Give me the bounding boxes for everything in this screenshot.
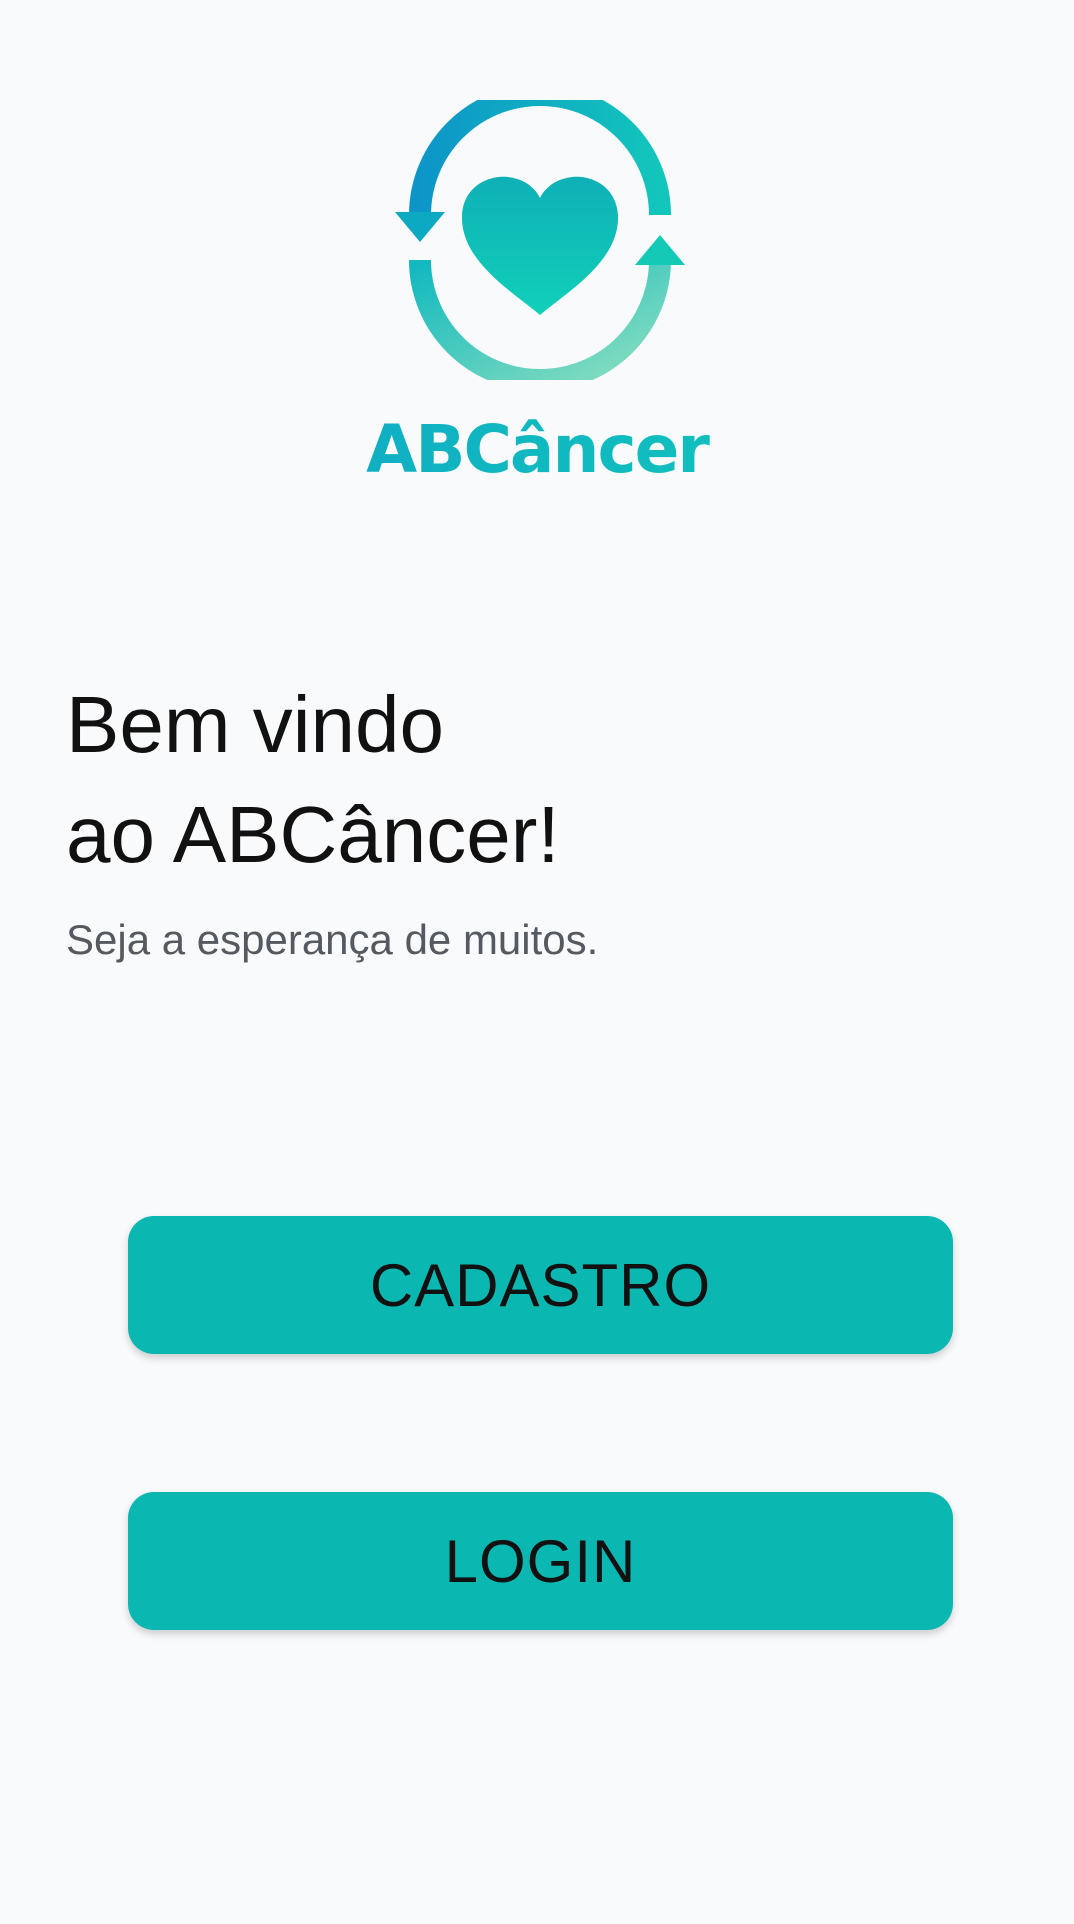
- brand-name: ABCâncer: [0, 405, 1074, 495]
- signup-button[interactable]: CADASTRO: [128, 1216, 953, 1354]
- app-logo: ABCâncer: [0, 0, 1074, 500]
- welcome-heading: Bem vindo ao ABCâncer!: [66, 670, 966, 890]
- login-button[interactable]: LOGIN: [128, 1492, 953, 1630]
- welcome-heading-line1: Bem vindo: [66, 680, 444, 769]
- heart-cycle-icon: [395, 100, 685, 380]
- tagline: Seja a esperança de muitos.: [66, 916, 599, 963]
- welcome-heading-line2: ao ABCâncer!: [66, 790, 560, 879]
